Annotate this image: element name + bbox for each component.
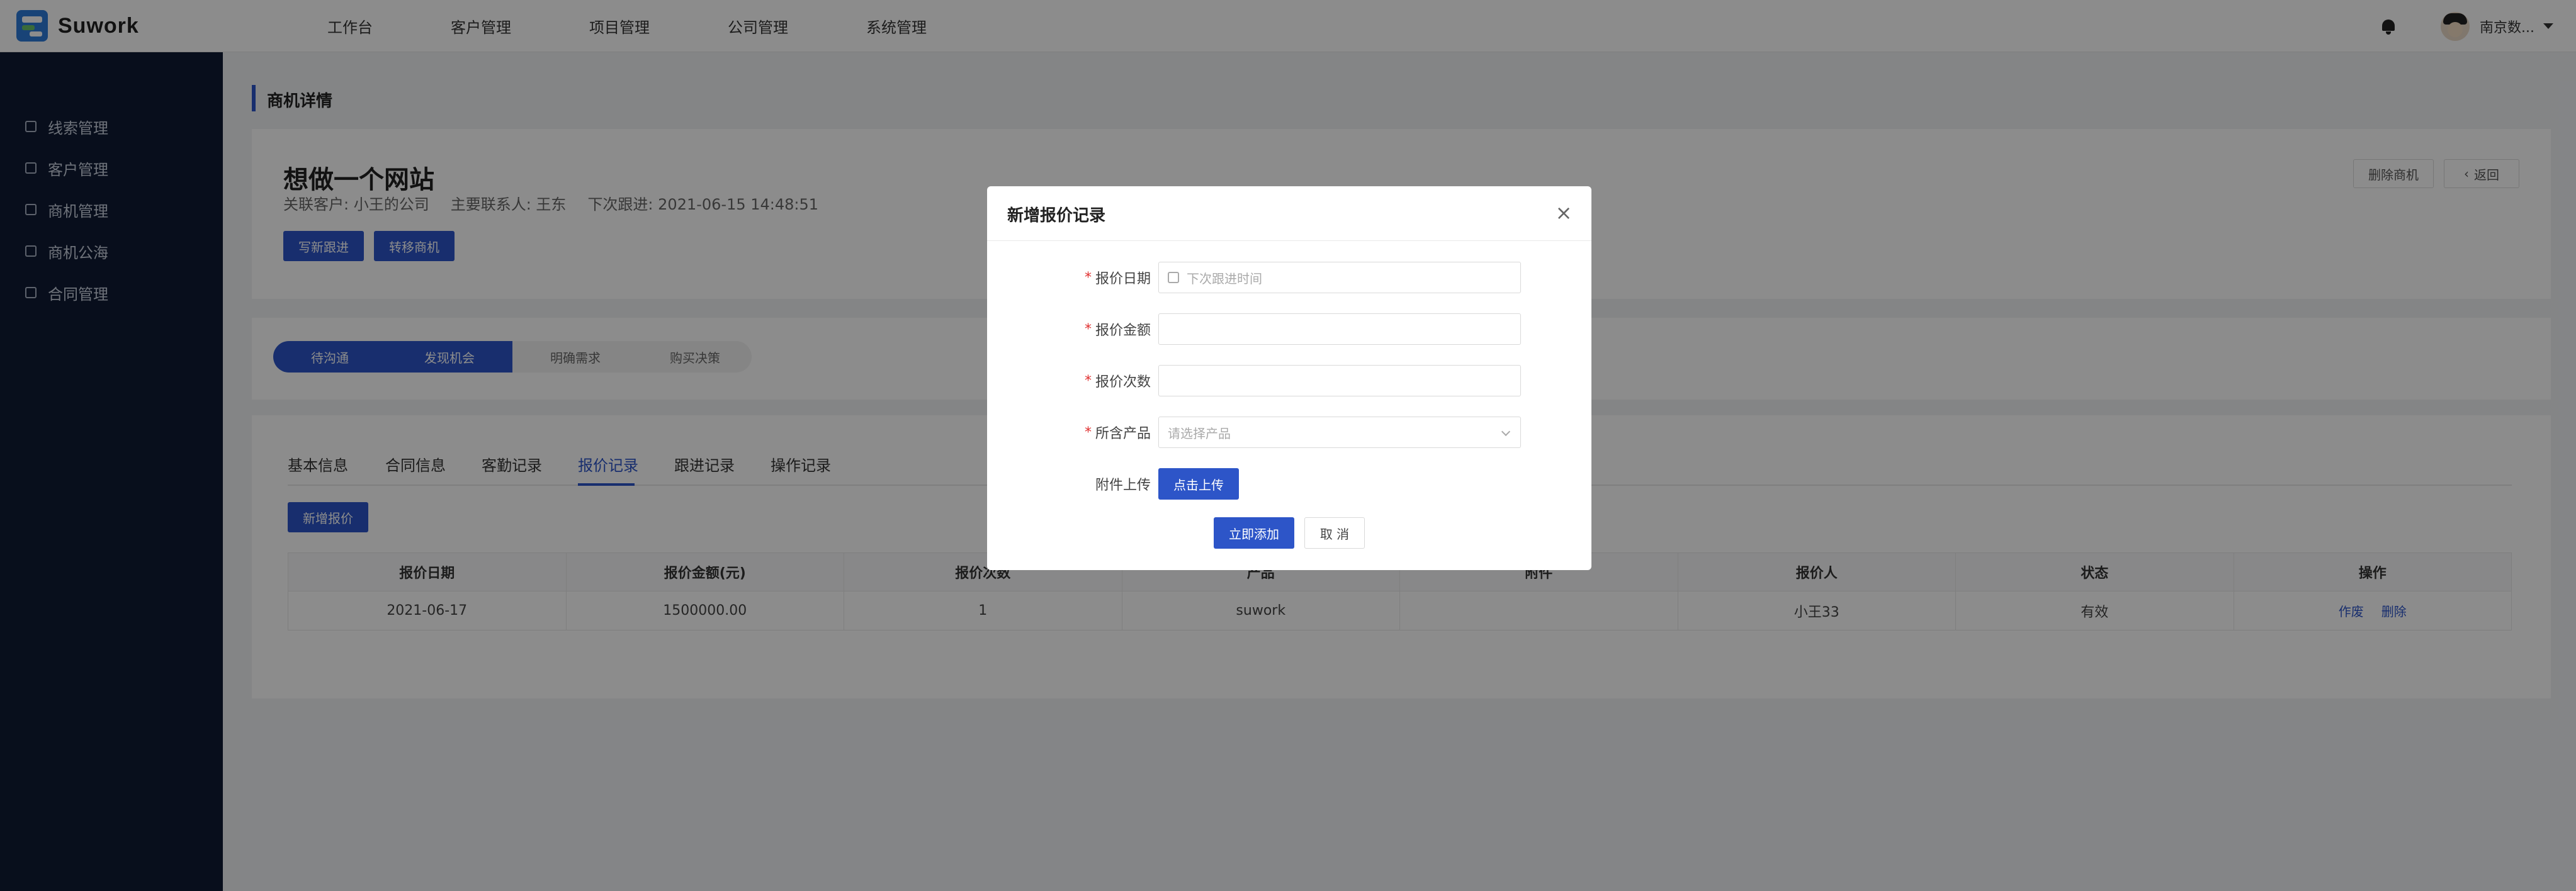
required-mark: * (1084, 424, 1092, 440)
product-placeholder: 请选择产品 (1168, 425, 1231, 441)
required-mark: * (1084, 321, 1092, 337)
form-row-count: * 报价次数 (987, 365, 1591, 396)
form-row-date: * 报价日期 下次跟进时间 (987, 262, 1591, 293)
required-mark: * (1084, 269, 1092, 286)
submit-button[interactable]: 立即添加 (1214, 517, 1294, 549)
count-label-text: 报价次数 (1095, 374, 1151, 390)
upload-button[interactable]: 点击上传 (1158, 468, 1239, 500)
add-quote-dialog: 新增报价记录 × * 报价日期 下次跟进时间 * 报价金额 * 报价次数 * 所含产品 … (987, 186, 1591, 570)
amount-label-text: 报价金额 (1095, 323, 1151, 339)
product-label-text: 所含产品 (1095, 426, 1151, 442)
chevron-down-icon (1501, 427, 1511, 437)
dialog-title: 新增报价记录 (1007, 206, 1106, 225)
date-placeholder: 下次跟进时间 (1187, 271, 1262, 286)
upload-label: 附件上传 (1095, 478, 1151, 493)
dialog-divider (987, 240, 1591, 241)
required-mark: * (1084, 373, 1092, 389)
quote-date-input[interactable]: 下次跟进时间 (1158, 262, 1521, 293)
form-row-amount: * 报价金额 (987, 313, 1591, 345)
form-row-product: * 所含产品 请选择产品 (987, 417, 1591, 448)
form-row-upload: 附件上传 点击上传 (987, 468, 1591, 500)
close-icon[interactable]: × (1552, 201, 1575, 224)
date-label: * 报价日期 (1085, 262, 1151, 293)
amount-label: * 报价金额 (1085, 313, 1151, 345)
quote-amount-input[interactable] (1158, 313, 1521, 345)
dialog-actions: 立即添加 取 消 (987, 517, 1591, 549)
date-label-text: 报价日期 (1095, 271, 1151, 287)
cancel-button[interactable]: 取 消 (1304, 517, 1365, 549)
quote-count-input[interactable] (1158, 365, 1521, 396)
count-label: * 报价次数 (1085, 365, 1151, 396)
product-label: * 所含产品 (1085, 417, 1151, 448)
product-select[interactable]: 请选择产品 (1158, 417, 1521, 448)
calendar-icon (1168, 272, 1179, 283)
